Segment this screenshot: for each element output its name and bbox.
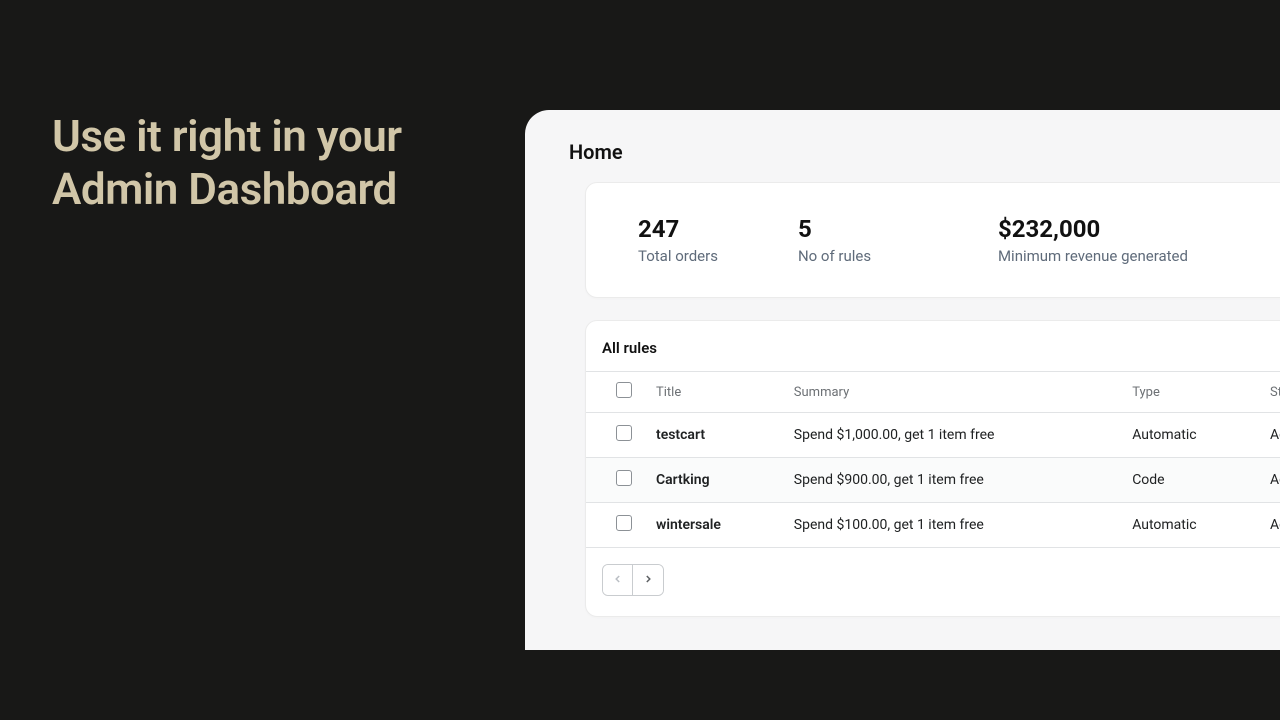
stat-value: 5 [798, 215, 918, 243]
cell-summary: Spend $900.00, get 1 item free [788, 458, 1126, 503]
stat-label: No of rules [798, 247, 918, 265]
row-checkbox[interactable] [616, 470, 632, 486]
table-row[interactable]: testcart Spend $1,000.00, get 1 item fre… [586, 413, 1280, 458]
stat-label: Minimum revenue generated [998, 247, 1218, 265]
select-all-checkbox[interactable] [616, 382, 632, 398]
col-type[interactable]: Type [1126, 372, 1264, 413]
stats-card: 247 Total orders 5 No of rules $232,000 … [585, 182, 1280, 298]
next-page-button[interactable] [633, 565, 663, 595]
table-title: All rules [602, 339, 657, 357]
hero-heading: Use it right in your Admin Dashboard [52, 110, 402, 216]
prev-page-button[interactable] [603, 565, 633, 595]
panel-header: Home [525, 110, 1280, 182]
col-status[interactable]: Status [1264, 372, 1280, 413]
col-title[interactable]: Title [650, 372, 788, 413]
stat-label: Total orders [638, 247, 718, 265]
table-row[interactable]: wintersale Spend $100.00, get 1 item fre… [586, 503, 1280, 548]
cell-status: Active [1264, 503, 1280, 548]
cell-status: Active [1264, 413, 1280, 458]
cell-summary: Spend $100.00, get 1 item free [788, 503, 1126, 548]
stat-value: 247 [638, 215, 718, 243]
cell-title: wintersale [650, 503, 788, 548]
table-header: All rules Create Dis [586, 339, 1280, 371]
hero-line1: Use it right in your [52, 110, 402, 163]
table-row[interactable]: Cartking Spend $900.00, get 1 item free … [586, 458, 1280, 503]
cell-type: Automatic [1126, 503, 1264, 548]
stat-total-orders: 247 Total orders [638, 215, 718, 265]
cell-type: Code [1126, 458, 1264, 503]
cell-status: Active [1264, 458, 1280, 503]
rules-table: Title Summary Type Status Used testcart … [586, 371, 1280, 548]
col-summary[interactable]: Summary [788, 372, 1126, 413]
cell-title: testcart [650, 413, 788, 458]
rules-table-card: All rules Create Dis Title Summary Type … [585, 320, 1280, 617]
stat-value: $232,000 [998, 215, 1218, 243]
page-title: Home [569, 140, 1280, 164]
cell-summary: Spend $1,000.00, get 1 item free [788, 413, 1126, 458]
chevron-right-icon [642, 573, 654, 588]
dashboard-panel: Home 247 Total orders 5 No of rules $232… [525, 110, 1280, 650]
cell-title: Cartking [650, 458, 788, 503]
pagination [602, 564, 664, 596]
chevron-left-icon [612, 573, 624, 588]
row-checkbox[interactable] [616, 425, 632, 441]
stat-no-of-rules: 5 No of rules [798, 215, 918, 265]
row-checkbox[interactable] [616, 515, 632, 531]
hero-line2: Admin Dashboard [52, 163, 402, 216]
cell-type: Automatic [1126, 413, 1264, 458]
col-checkbox [586, 372, 650, 413]
stat-min-revenue: $232,000 Minimum revenue generated [998, 215, 1218, 265]
